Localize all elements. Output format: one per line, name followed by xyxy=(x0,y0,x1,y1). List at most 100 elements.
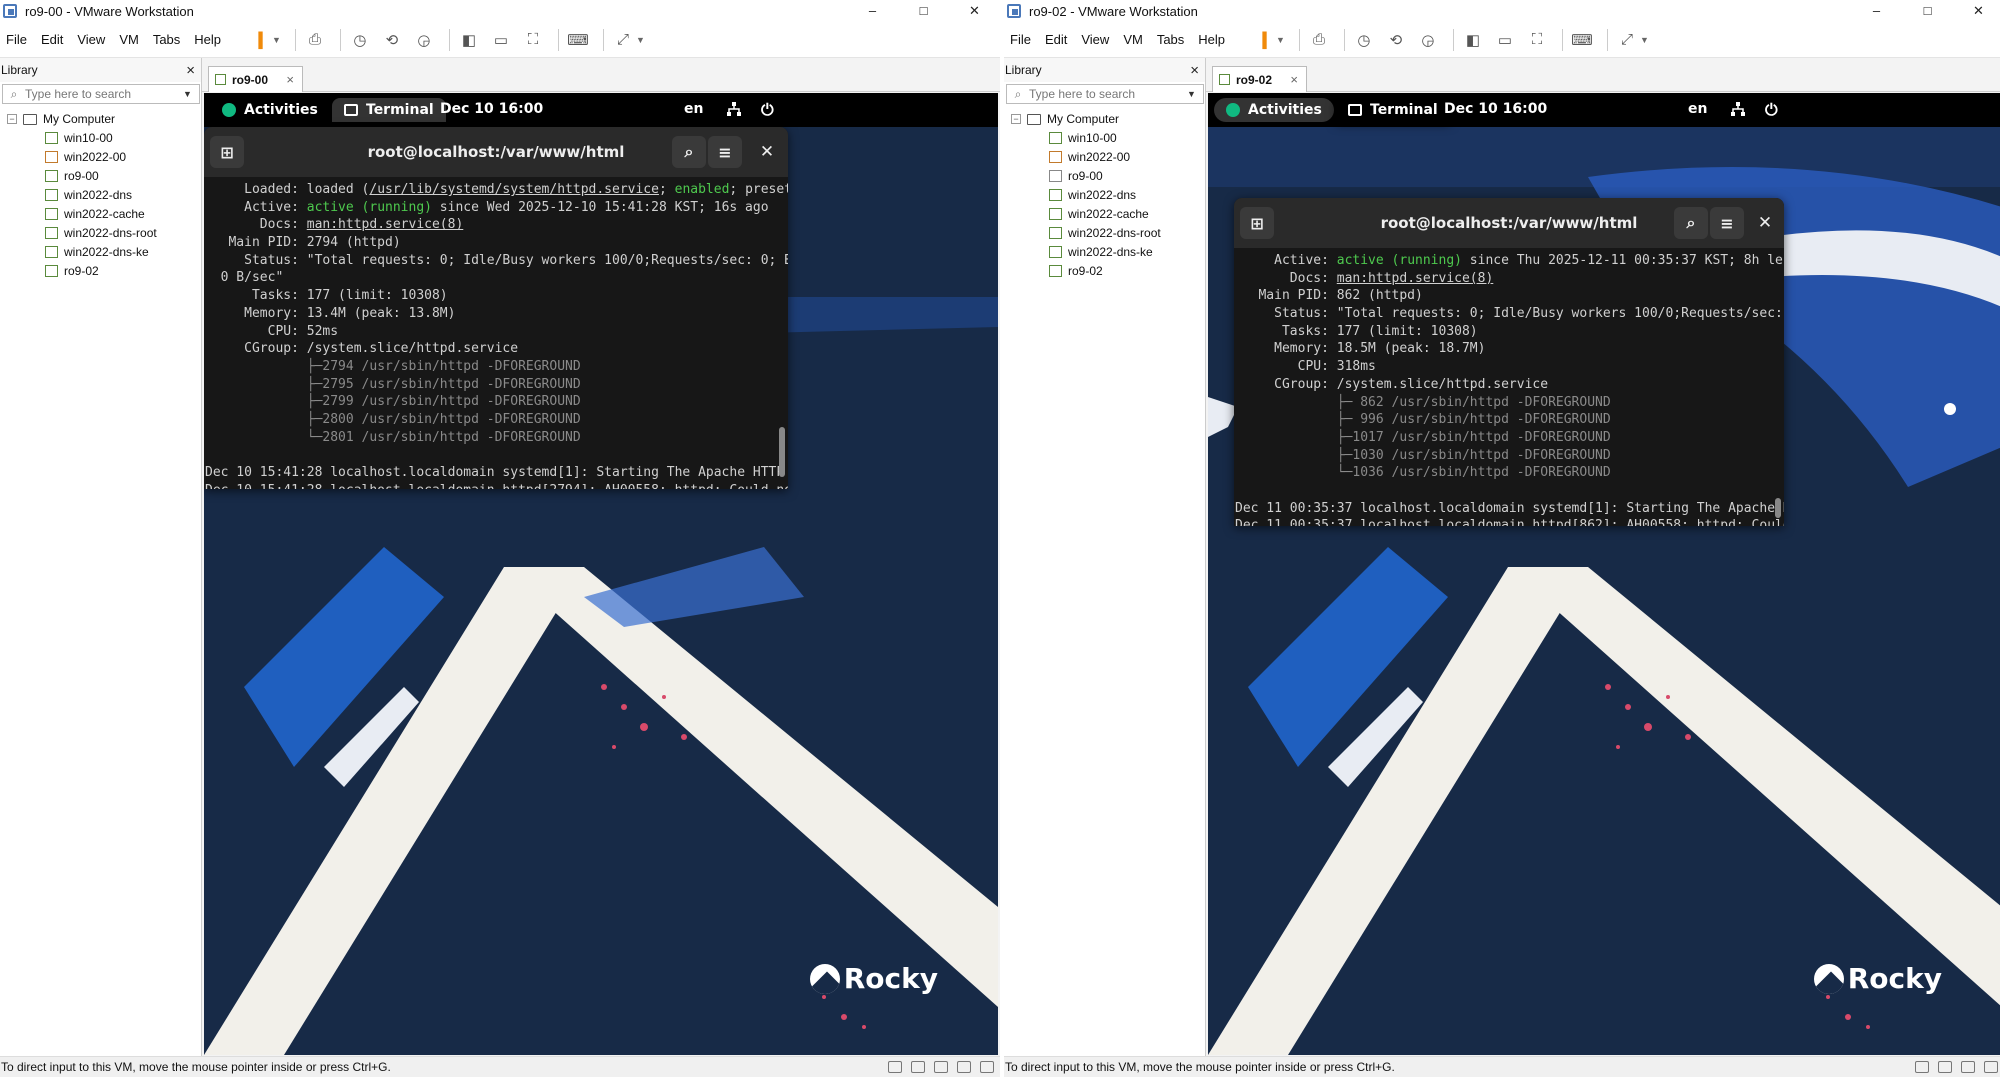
tree-item-vm[interactable]: ro9-00 xyxy=(1004,166,1205,185)
show-thumbnail-icon[interactable]: ▭ xyxy=(488,27,514,53)
close-window-button[interactable]: ✕ xyxy=(949,0,1000,22)
close-icon[interactable]: ✕ xyxy=(1748,207,1782,239)
hard-disk-icon[interactable] xyxy=(1915,1061,1929,1073)
library-search-input[interactable]: ⌕ Type here to search ▼ xyxy=(2,84,200,104)
menu-tabs[interactable]: Tabs xyxy=(146,32,187,47)
menu-file[interactable]: File xyxy=(0,32,34,47)
show-thumbnail-icon[interactable]: ▭ xyxy=(1492,27,1518,53)
cdrom-icon[interactable] xyxy=(1938,1061,1952,1073)
terminal-window[interactable]: ⊞ root@localhost:/var/www/html ⌕ ≡ ✕ Loa… xyxy=(204,127,788,489)
chevron-down-icon[interactable]: ▼ xyxy=(1276,35,1285,45)
vm-tab[interactable]: ro9-00 × xyxy=(208,66,303,92)
network-adapter-icon[interactable] xyxy=(1961,1061,1975,1073)
menu-view[interactable]: View xyxy=(70,32,112,47)
tree-item-vm[interactable]: win2022-00 xyxy=(1004,147,1205,166)
chevron-down-icon[interactable]: ▼ xyxy=(183,89,199,99)
tree-item-vm[interactable]: win2022-dns-root xyxy=(1004,223,1205,242)
terminal-app-button[interactable]: Terminal xyxy=(1336,98,1450,122)
snapshot-icon[interactable]: ◷ xyxy=(347,27,373,53)
menu-vm[interactable]: VM xyxy=(112,32,146,47)
show-library-icon[interactable]: ◧ xyxy=(456,27,482,53)
tree-item-vm[interactable]: win10-00 xyxy=(1004,128,1205,147)
terminal-header[interactable]: ⊞ root@localhost:/var/www/html ⌕ ≡ ✕ xyxy=(204,127,788,177)
revert-snapshot-icon[interactable]: ⟲ xyxy=(1383,27,1409,53)
menu-help[interactable]: Help xyxy=(1191,32,1232,47)
tree-item-vm[interactable]: win2022-dns-ke xyxy=(1004,242,1205,261)
snapshot-manager-icon[interactable]: ◶ xyxy=(411,27,437,53)
search-icon[interactable]: ⌕ xyxy=(1674,207,1708,239)
send-ctrl-alt-del-icon[interactable]: ⎙ xyxy=(1306,27,1332,53)
tree-item-vm[interactable]: win2022-00 xyxy=(0,147,201,166)
minimize-button[interactable]: – xyxy=(1851,0,1902,22)
hard-disk-icon[interactable] xyxy=(888,1061,902,1073)
collapse-icon[interactable]: − xyxy=(1011,114,1021,124)
clock[interactable]: Dec 10 16:00 xyxy=(1444,101,1547,117)
keyboard-layout[interactable]: en xyxy=(684,101,703,117)
terminal-header[interactable]: ⊞ root@localhost:/var/www/html ⌕ ≡ ✕ xyxy=(1234,198,1784,248)
tree-item-vm[interactable]: ro9-00 xyxy=(0,166,201,185)
network-icon[interactable] xyxy=(1730,101,1746,117)
terminal-scrollbar[interactable] xyxy=(1775,498,1781,518)
console-view-icon[interactable]: ⌨ xyxy=(1569,27,1595,53)
close-icon[interactable]: × xyxy=(1190,62,1199,79)
tree-item-vm[interactable]: ro9-02 xyxy=(1004,261,1205,280)
hamburger-menu-icon[interactable]: ≡ xyxy=(708,136,742,168)
clock[interactable]: Dec 10 16:00 xyxy=(440,101,543,117)
chevron-down-icon[interactable]: ▼ xyxy=(1187,89,1203,99)
sound-icon[interactable] xyxy=(957,1061,971,1073)
new-tab-icon[interactable]: ⊞ xyxy=(210,136,244,168)
collapse-icon[interactable]: − xyxy=(7,114,17,124)
menu-help[interactable]: Help xyxy=(187,32,228,47)
send-ctrl-alt-del-icon[interactable]: ⎙ xyxy=(302,27,328,53)
console-view-icon[interactable]: ⌨ xyxy=(565,27,591,53)
activities-button[interactable]: Activities xyxy=(1214,98,1334,122)
tree-item-vm[interactable]: win2022-cache xyxy=(1004,204,1205,223)
minimize-button[interactable]: – xyxy=(847,0,898,22)
tree-item-vm[interactable]: win10-00 xyxy=(0,128,201,147)
pause-icon[interactable]: || xyxy=(246,27,272,53)
tree-item-vm[interactable]: win2022-dns-root xyxy=(0,223,201,242)
full-screen-icon[interactable]: ⛶ xyxy=(520,27,546,53)
terminal-app-button[interactable]: Terminal xyxy=(332,98,446,122)
new-tab-icon[interactable]: ⊞ xyxy=(1240,207,1274,239)
full-screen-icon[interactable]: ⛶ xyxy=(1524,27,1550,53)
terminal-window[interactable]: ⊞ root@localhost:/var/www/html ⌕ ≡ ✕ Act… xyxy=(1234,198,1784,526)
tree-item-vm[interactable]: win2022-dns xyxy=(0,185,201,204)
tree-item-vm[interactable]: win2022-cache xyxy=(0,204,201,223)
menu-edit[interactable]: Edit xyxy=(34,32,70,47)
revert-snapshot-icon[interactable]: ⟲ xyxy=(379,27,405,53)
network-icon[interactable] xyxy=(726,101,742,117)
chevron-down-icon[interactable]: ▼ xyxy=(1640,35,1649,45)
menu-vm[interactable]: VM xyxy=(1116,32,1150,47)
close-window-button[interactable]: ✕ xyxy=(1953,0,2000,22)
terminal-scrollbar[interactable] xyxy=(779,427,785,477)
tree-root-my-computer[interactable]: − My Computer xyxy=(1004,110,1205,128)
pause-icon[interactable]: || xyxy=(1250,27,1276,53)
terminal-output[interactable]: Active: active (running) since Thu 2025-… xyxy=(1234,248,1784,526)
search-icon[interactable]: ⌕ xyxy=(672,136,706,168)
maximize-button[interactable]: □ xyxy=(1902,0,1953,22)
snapshot-manager-icon[interactable]: ◶ xyxy=(1415,27,1441,53)
cdrom-icon[interactable] xyxy=(911,1061,925,1073)
title-bar[interactable]: ro9-00 - VMware Workstation – □ ✕ xyxy=(0,0,1000,22)
network-adapter-icon[interactable] xyxy=(934,1061,948,1073)
activities-button[interactable]: Activities xyxy=(210,98,330,122)
hamburger-menu-icon[interactable]: ≡ xyxy=(1710,207,1744,239)
snapshot-icon[interactable]: ◷ xyxy=(1351,27,1377,53)
vm-screen[interactable]: Activities Terminal Dec 10 16:00 en ⏻ ⊞ … xyxy=(204,93,998,1055)
tree-root-my-computer[interactable]: − My Computer xyxy=(0,110,201,128)
message-icon[interactable] xyxy=(1984,1061,1998,1073)
message-icon[interactable] xyxy=(980,1061,994,1073)
title-bar[interactable]: ro9-02 - VMware Workstation – □ ✕ xyxy=(1004,0,2000,22)
menu-view[interactable]: View xyxy=(1074,32,1116,47)
close-icon[interactable]: × xyxy=(186,62,195,79)
keyboard-layout[interactable]: en xyxy=(1688,101,1707,117)
tree-item-vm[interactable]: win2022-dns-ke xyxy=(0,242,201,261)
menu-edit[interactable]: Edit xyxy=(1038,32,1074,47)
maximize-button[interactable]: □ xyxy=(898,0,949,22)
vm-screen[interactable]: Activities Terminal Dec 10 16:00 en ⏻ ⊞ … xyxy=(1208,93,2000,1055)
close-tab-icon[interactable]: × xyxy=(286,72,294,87)
library-search-input[interactable]: ⌕ Type here to search ▼ xyxy=(1006,84,1204,104)
show-library-icon[interactable]: ◧ xyxy=(1460,27,1486,53)
power-icon[interactable]: ⏻ xyxy=(761,100,774,120)
